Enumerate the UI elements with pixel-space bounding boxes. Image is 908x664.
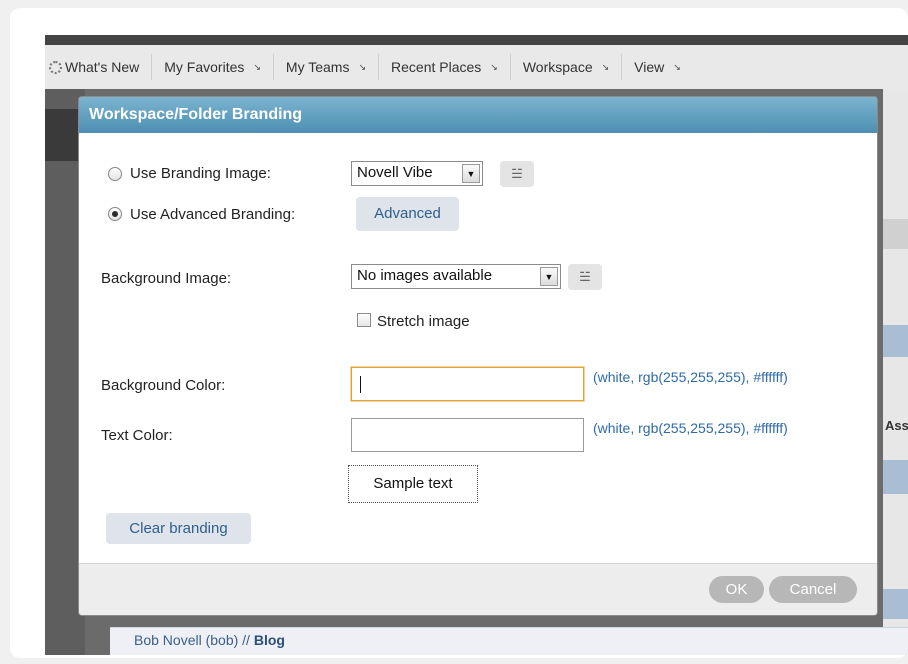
breadcrumb-user-link[interactable]: Bob Novell (bob) // [134,632,254,648]
background-breadcrumb: Bob Novell (bob) // Blog [110,627,908,655]
sample-text-preview: Sample text [348,465,478,503]
cancel-button[interactable]: Cancel [769,576,857,603]
folder-tree-icon[interactable]: ☱ [568,264,602,290]
text-color-input[interactable] [351,418,584,452]
use-branding-image-radio[interactable] [108,167,122,181]
menu-arrow-icon: ↘ [673,61,681,72]
background-band [883,325,908,357]
menu-view[interactable]: View ↘ [622,54,693,80]
stretch-image-checkbox[interactable] [357,313,371,327]
clear-branding-button[interactable]: Clear branding [106,513,251,544]
menu-recent-places[interactable]: Recent Places ↘ [379,54,511,80]
branding-image-select-value: Novell Vibe [357,164,433,181]
background-color-label: Background Color: [101,377,226,394]
dialog-title: Workspace/Folder Branding [79,97,877,133]
menu-whats-new[interactable]: What's New [45,54,153,80]
menu-recent-places-label: Recent Places [391,59,482,75]
background-color-hint: (white, rgb(255,255,255), #ffffff) [593,369,788,385]
menu-bar: What's New My Favorites ↘ My Teams ↘ Rec… [45,45,908,89]
text-color-label: Text Color: [101,427,173,444]
menu-workspace-label: Workspace [522,59,593,75]
background-band [883,589,908,619]
dropdown-arrow-icon: ▼ [540,267,558,286]
ok-button[interactable]: OK [709,576,764,603]
menu-arrow-icon: ↘ [601,61,610,72]
menu-my-teams-label: My Teams [285,59,350,75]
menu-arrow-icon: ↘ [490,61,498,72]
dialog-body: Use Branding Image: Novell Vibe ▼ ☱ Use … [79,133,877,563]
menu-my-favorites-label: My Favorites [164,59,245,75]
menu-workspace[interactable]: Workspace ↘ [511,54,623,80]
breadcrumb-page-link[interactable]: Blog [254,632,285,648]
top-bar [45,35,908,45]
spinner-icon [49,60,62,74]
background-band [883,460,908,494]
use-advanced-branding-radio[interactable] [108,207,122,221]
branding-dialog: Workspace/Folder Branding Use Branding I… [79,97,877,615]
background-band [883,219,908,249]
use-branding-image-label: Use Branding Image: [130,165,271,182]
background-image-label: Background Image: [101,270,232,287]
background-color-input[interactable] [351,367,584,401]
menu-whats-new-label: What's New [65,59,140,75]
stretch-image-label: Stretch image [377,313,470,330]
advanced-button[interactable]: Advanced [356,197,459,231]
text-color-hint: (white, rgb(255,255,255), #ffffff) [593,420,788,436]
use-advanced-branding-label: Use Advanced Branding: [130,206,296,223]
background-right-panel [883,89,908,655]
menu-my-teams[interactable]: My Teams ↘ [274,54,380,80]
menu-view-label: View [634,59,665,75]
menu-arrow-icon: ↘ [253,61,261,72]
background-image-select[interactable]: No images available ▼ [351,264,561,289]
menu-my-favorites[interactable]: My Favorites ↘ [152,54,274,80]
dropdown-arrow-icon: ▼ [462,164,480,183]
branding-image-select[interactable]: Novell Vibe ▼ [351,161,483,186]
background-image-select-value: No images available [357,267,493,284]
menu-arrow-icon: ↘ [358,61,367,72]
window-frame: What's New My Favorites ↘ My Teams ↘ Rec… [10,8,908,658]
background-column-header: Assi [885,418,908,433]
folder-tree-icon[interactable]: ☱ [500,161,534,187]
